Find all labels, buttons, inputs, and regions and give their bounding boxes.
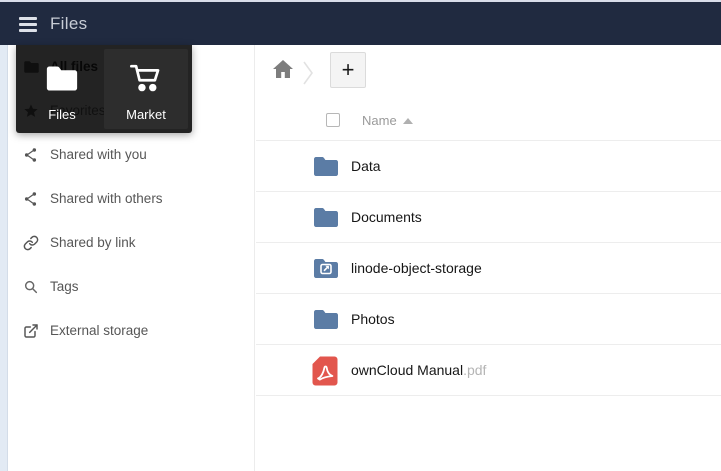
app-switcher-popup: Files Market [16,45,192,133]
sidebar-item-label: External storage [50,309,148,353]
folder-icon [20,49,104,107]
pdf-file-icon [312,356,338,386]
top-bar: Files [0,2,721,45]
file-name: Documents [351,192,422,243]
folder-icon [312,308,340,331]
file-list-panel: + Name Data Documents [256,45,721,471]
file-extension: .pdf [463,362,486,378]
sidebar-item-shared-with-others[interactable]: Shared with others [9,177,254,221]
file-row-linode-object-storage[interactable]: linode-object-storage [256,243,721,294]
file-rows: Data Documents linode-object-storage Pho… [256,141,721,396]
folder-icon [312,206,340,229]
file-name: Photos [351,294,395,345]
file-row-documents[interactable]: Documents [256,192,721,243]
file-row-owncloud-manual-pdf[interactable]: ownCloud Manual.pdf [256,345,721,396]
breadcrumb: + [256,45,721,100]
external-folder-icon [312,257,340,280]
share-icon [22,146,40,164]
sort-ascending-icon[interactable] [403,118,413,124]
home-icon[interactable] [273,60,293,83]
window-left-edge [0,45,8,471]
file-name: linode-object-storage [351,243,482,294]
hamburger-menu-icon[interactable] [18,14,40,34]
search-icon [22,278,40,296]
cart-icon [104,49,188,107]
sidebar-item-shared-by-link[interactable]: Shared by link [9,221,254,265]
app-menu-item-label: Market [126,107,166,122]
app-menu-item-label: Files [48,107,75,122]
file-name: Data [351,141,381,192]
sidebar-item-label: Tags [50,265,79,309]
link-icon [22,234,40,252]
file-basename: ownCloud Manual [351,362,463,378]
file-row-photos[interactable]: Photos [256,294,721,345]
file-row-data[interactable]: Data [256,141,721,192]
file-name: ownCloud Manual.pdf [351,345,486,396]
sidebar-item-label: Shared by link [50,221,136,265]
folder-icon [312,155,340,178]
sidebar-item-label: Shared with you [50,133,147,177]
file-list-header: Name [256,100,721,141]
sidebar-item-shared-with-you[interactable]: Shared with you [9,133,254,177]
share-icon [22,190,40,208]
name-column-header[interactable]: Name [362,100,397,141]
sidebar-item-tags[interactable]: Tags [9,265,254,309]
chevron-right-icon [300,58,315,93]
app-menu-item-market[interactable]: Market [104,49,188,129]
new-file-button[interactable]: + [330,52,366,88]
page-title: Files [50,2,87,45]
sidebar-item-label: Shared with others [50,177,163,221]
app-menu-item-files[interactable]: Files [20,49,104,129]
select-all-checkbox[interactable] [326,113,340,127]
sidebar-item-external-storage[interactable]: External storage [9,309,254,353]
owncloud-window: Files All files Favorites Shared with yo… [0,0,721,471]
external-link-icon [22,322,40,340]
